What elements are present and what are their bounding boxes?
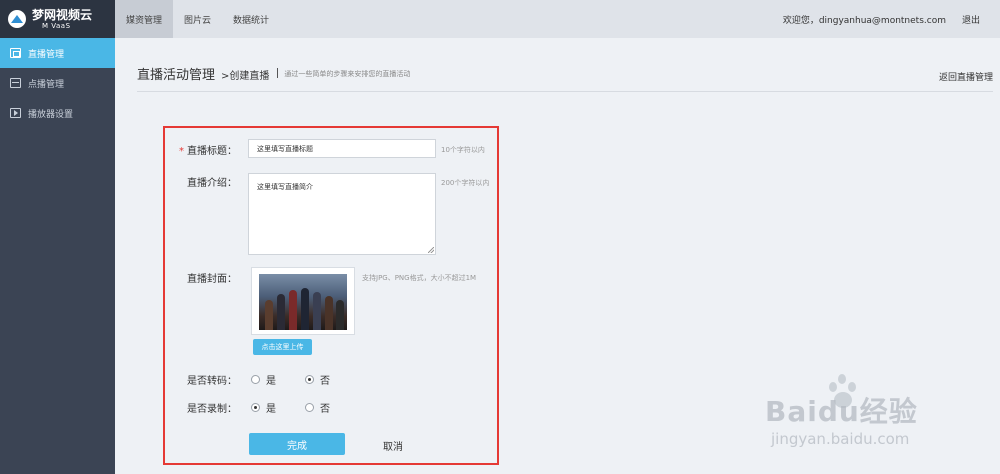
back-to-live-link[interactable]: 返回直播管理 xyxy=(939,70,993,83)
divider xyxy=(277,68,279,78)
brand-logo-icon xyxy=(8,10,26,28)
intro-text: 这里填写直播简介 xyxy=(257,183,313,191)
intro-label: 直播介绍： xyxy=(187,178,237,189)
cover-image xyxy=(259,274,347,330)
tab-media[interactable]: 媒资管理 xyxy=(115,0,174,38)
radio-checked-icon[interactable] xyxy=(251,403,260,412)
sidebar-item-player[interactable]: 播放器设置 xyxy=(0,98,115,128)
brand[interactable]: 梦网视频云 M VaaS xyxy=(0,0,115,38)
transcode-yes-option[interactable]: 是 xyxy=(251,372,276,387)
upload-button[interactable]: 点击这里上传 xyxy=(253,339,312,355)
breadcrumb: >创建直播 xyxy=(221,71,270,82)
sidebar-item-label: 直播管理 xyxy=(28,49,65,60)
cover-hint: 支持JPG、PNG格式，大小不超过1M xyxy=(362,274,477,282)
brand-sub: M VaaS xyxy=(42,21,71,30)
intro-textarea[interactable]: 这里填写直播简介 xyxy=(248,173,436,255)
record-label: 是否录制： xyxy=(187,404,237,415)
watermark-url: jingyan.baidu.com xyxy=(771,430,910,448)
title-input[interactable]: 这里填写直播标题 xyxy=(248,139,436,158)
baidu-watermark: Baidu经验 jingyan.baidu.com xyxy=(765,372,955,462)
page-description: 通过一些简单的步骤来安排您的直播活动 xyxy=(284,70,411,78)
title-hint: 10个字符以内 xyxy=(441,146,485,154)
sidebar-item-label: 点播管理 xyxy=(28,79,65,90)
record-yes-option[interactable]: 是 xyxy=(251,400,276,415)
radio-checked-icon[interactable] xyxy=(305,375,314,384)
broadcast-icon xyxy=(10,48,21,58)
tab-image-cloud[interactable]: 图片云 xyxy=(173,0,222,38)
video-grid-icon xyxy=(10,78,21,88)
welcome-text: 欢迎您，dingyanhua@montnets.com xyxy=(782,15,946,26)
radio-icon[interactable] xyxy=(305,403,314,412)
transcode-no-option[interactable]: 否 xyxy=(305,372,330,387)
page-header: 直播活动管理 >创建直播 通过一些简单的步骤来安排您的直播活动 返回直播管理 xyxy=(137,64,993,92)
resize-handle-icon[interactable] xyxy=(428,247,434,253)
required-mark: * xyxy=(179,146,184,157)
page-title: 直播活动管理 xyxy=(137,68,216,83)
watermark-text: Baidu经验 xyxy=(765,395,918,428)
radio-icon[interactable] xyxy=(251,375,260,384)
sidebar-item-label: 播放器设置 xyxy=(28,109,74,120)
sidebar-item-live[interactable]: 直播管理 xyxy=(0,38,115,68)
create-live-form: * 直播标题： 这里填写直播标题 10个字符以内 直播介绍： 这里填写直播简介 2… xyxy=(163,126,499,465)
transcode-label: 是否转码： xyxy=(187,376,237,387)
tab-statistics[interactable]: 数据统计 xyxy=(222,0,280,38)
intro-hint: 200个字符以内 xyxy=(441,179,490,187)
title-label: * 直播标题： xyxy=(179,146,237,157)
sidebar: 梦网视频云 M VaaS 直播管理 点播管理 播放器设置 xyxy=(0,0,115,474)
top-nav: 媒资管理 图片云 数据统计 欢迎您，dingyanhua@montnets.co… xyxy=(115,0,1000,38)
record-no-option[interactable]: 否 xyxy=(305,400,330,415)
cover-preview xyxy=(251,267,355,335)
sidebar-item-vod[interactable]: 点播管理 xyxy=(0,68,115,98)
logout-link[interactable]: 退出 xyxy=(962,13,980,26)
player-icon xyxy=(10,108,21,118)
cover-label: 直播封面： xyxy=(187,274,237,285)
brand-name: 梦网视频云 xyxy=(32,7,93,22)
cancel-button[interactable]: 取消 xyxy=(383,438,403,453)
submit-button[interactable]: 完成 xyxy=(249,433,345,455)
